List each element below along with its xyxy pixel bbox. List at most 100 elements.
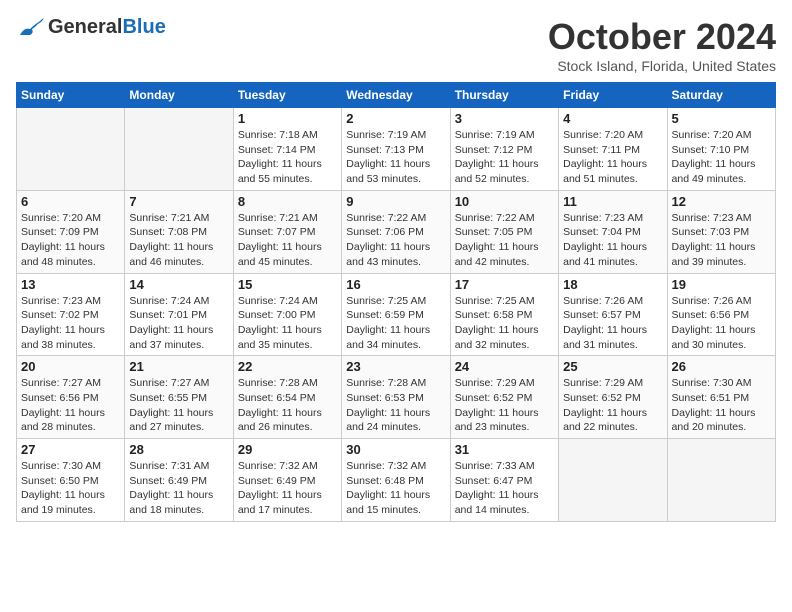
calendar-week-row: 13 Sunrise: 7:23 AMSunset: 7:02 PMDayligh… xyxy=(17,273,776,356)
day-number: 4 xyxy=(563,111,662,126)
day-number: 24 xyxy=(455,359,554,374)
calendar-day-cell: 28 Sunrise: 7:31 AMSunset: 6:49 PMDayligh… xyxy=(125,439,233,522)
day-info: Sunrise: 7:28 AMSunset: 6:53 PMDaylight:… xyxy=(346,376,445,435)
calendar-day-cell xyxy=(667,439,775,522)
calendar-day-cell xyxy=(559,439,667,522)
calendar-day-cell: 14Sunrise: 7:24 AMSunset: 7:01 PMDayligh… xyxy=(125,273,233,356)
calendar-day-cell: 1 Sunrise: 7:18 AMSunset: 7:14 PMDaylight… xyxy=(233,108,341,191)
day-info: Sunrise: 7:29 AMSunset: 6:52 PMDaylight:… xyxy=(563,376,662,435)
calendar-day-cell: 4 Sunrise: 7:20 AMSunset: 7:11 PMDaylight… xyxy=(559,108,667,191)
day-number: 31 xyxy=(455,442,554,457)
day-info: Sunrise: 7:26 AMSunset: 6:56 PMDaylight:… xyxy=(672,294,771,353)
day-number: 2 xyxy=(346,111,445,126)
day-number: 16 xyxy=(346,277,445,292)
day-info: Sunrise: 7:21 AMSunset: 7:08 PMDaylight:… xyxy=(129,211,228,270)
calendar-day-cell: 7 Sunrise: 7:21 AMSunset: 7:08 PMDaylight… xyxy=(125,190,233,273)
calendar-day-cell: 26 Sunrise: 7:30 AMSunset: 6:51 PMDayligh… xyxy=(667,356,775,439)
location-subtitle: Stock Island, Florida, United States xyxy=(548,58,776,74)
calendar-week-row: 27 Sunrise: 7:30 AMSunset: 6:50 PMDayligh… xyxy=(17,439,776,522)
day-number: 15 xyxy=(238,277,337,292)
calendar-day-cell xyxy=(17,108,125,191)
day-number: 23 xyxy=(346,359,445,374)
day-info: Sunrise: 7:22 AMSunset: 7:06 PMDaylight:… xyxy=(346,211,445,270)
calendar-day-header: Saturday xyxy=(667,83,775,108)
day-info: Sunrise: 7:20 AMSunset: 7:10 PMDaylight:… xyxy=(672,128,771,187)
day-number: 22 xyxy=(238,359,337,374)
calendar-table: SundayMondayTuesdayWednesdayThursdayFrid… xyxy=(16,82,776,522)
calendar-day-cell: 31 Sunrise: 7:33 AMSunset: 6:47 PMDayligh… xyxy=(450,439,558,522)
day-number: 28 xyxy=(129,442,228,457)
calendar-day-cell: 13 Sunrise: 7:23 AMSunset: 7:02 PMDayligh… xyxy=(17,273,125,356)
calendar-week-row: 1 Sunrise: 7:18 AMSunset: 7:14 PMDaylight… xyxy=(17,108,776,191)
calendar-day-header: Tuesday xyxy=(233,83,341,108)
calendar-day-cell: 21 Sunrise: 7:27 AMSunset: 6:55 PMDayligh… xyxy=(125,356,233,439)
day-number: 6 xyxy=(21,194,120,209)
day-number: 21 xyxy=(129,359,228,374)
day-number: 11 xyxy=(563,194,662,209)
day-number: 12 xyxy=(672,194,771,209)
day-number: 8 xyxy=(238,194,337,209)
calendar-day-cell: 20 Sunrise: 7:27 AMSunset: 6:56 PMDayligh… xyxy=(17,356,125,439)
day-info: Sunrise: 7:20 AMSunset: 7:09 PMDaylight:… xyxy=(21,211,120,270)
day-info: Sunrise: 7:18 AMSunset: 7:14 PMDaylight:… xyxy=(238,128,337,187)
day-info: Sunrise: 7:23 AMSunset: 7:02 PMDaylight:… xyxy=(21,294,120,353)
day-number: 14 xyxy=(129,277,228,292)
calendar-week-row: 20 Sunrise: 7:27 AMSunset: 6:56 PMDayligh… xyxy=(17,356,776,439)
day-number: 7 xyxy=(129,194,228,209)
day-info: Sunrise: 7:23 AMSunset: 7:03 PMDaylight:… xyxy=(672,211,771,270)
day-number: 10 xyxy=(455,194,554,209)
calendar-day-cell xyxy=(125,108,233,191)
calendar-day-cell: 19 Sunrise: 7:26 AMSunset: 6:56 PMDayligh… xyxy=(667,273,775,356)
day-info: Sunrise: 7:26 AMSunset: 6:57 PMDaylight:… xyxy=(563,294,662,353)
calendar-day-cell: 10Sunrise: 7:22 AMSunset: 7:05 PMDayligh… xyxy=(450,190,558,273)
day-number: 5 xyxy=(672,111,771,126)
logo: GeneralBlue xyxy=(16,16,166,39)
calendar-day-cell: 11 Sunrise: 7:23 AMSunset: 7:04 PMDayligh… xyxy=(559,190,667,273)
day-number: 26 xyxy=(672,359,771,374)
calendar-day-cell: 29 Sunrise: 7:32 AMSunset: 6:49 PMDayligh… xyxy=(233,439,341,522)
day-number: 29 xyxy=(238,442,337,457)
day-info: Sunrise: 7:24 AMSunset: 7:00 PMDaylight:… xyxy=(238,294,337,353)
day-info: Sunrise: 7:20 AMSunset: 7:11 PMDaylight:… xyxy=(563,128,662,187)
calendar-week-row: 6 Sunrise: 7:20 AMSunset: 7:09 PMDaylight… xyxy=(17,190,776,273)
day-number: 17 xyxy=(455,277,554,292)
day-info: Sunrise: 7:30 AMSunset: 6:51 PMDaylight:… xyxy=(672,376,771,435)
calendar-day-cell: 27 Sunrise: 7:30 AMSunset: 6:50 PMDayligh… xyxy=(17,439,125,522)
calendar-day-header: Monday xyxy=(125,83,233,108)
day-info: Sunrise: 7:23 AMSunset: 7:04 PMDaylight:… xyxy=(563,211,662,270)
calendar-day-cell: 5 Sunrise: 7:20 AMSunset: 7:10 PMDaylight… xyxy=(667,108,775,191)
day-info: Sunrise: 7:25 AMSunset: 6:58 PMDaylight:… xyxy=(455,294,554,353)
calendar-day-cell: 25Sunrise: 7:29 AMSunset: 6:52 PMDayligh… xyxy=(559,356,667,439)
day-number: 27 xyxy=(21,442,120,457)
day-info: Sunrise: 7:19 AMSunset: 7:13 PMDaylight:… xyxy=(346,128,445,187)
day-info: Sunrise: 7:30 AMSunset: 6:50 PMDaylight:… xyxy=(21,459,120,518)
day-number: 9 xyxy=(346,194,445,209)
calendar-day-cell: 24 Sunrise: 7:29 AMSunset: 6:52 PMDayligh… xyxy=(450,356,558,439)
day-number: 13 xyxy=(21,277,120,292)
day-info: Sunrise: 7:33 AMSunset: 6:47 PMDaylight:… xyxy=(455,459,554,518)
calendar-day-cell: 17 Sunrise: 7:25 AMSunset: 6:58 PMDayligh… xyxy=(450,273,558,356)
day-number: 20 xyxy=(21,359,120,374)
day-info: Sunrise: 7:31 AMSunset: 6:49 PMDaylight:… xyxy=(129,459,228,518)
day-number: 30 xyxy=(346,442,445,457)
day-number: 18 xyxy=(563,277,662,292)
logo-icon xyxy=(16,17,44,39)
logo-blue-text: Blue xyxy=(122,16,165,39)
day-info: Sunrise: 7:29 AMSunset: 6:52 PMDaylight:… xyxy=(455,376,554,435)
day-info: Sunrise: 7:32 AMSunset: 6:49 PMDaylight:… xyxy=(238,459,337,518)
day-info: Sunrise: 7:25 AMSunset: 6:59 PMDaylight:… xyxy=(346,294,445,353)
calendar-day-cell: 23 Sunrise: 7:28 AMSunset: 6:53 PMDayligh… xyxy=(342,356,450,439)
day-info: Sunrise: 7:27 AMSunset: 6:55 PMDaylight:… xyxy=(129,376,228,435)
day-number: 19 xyxy=(672,277,771,292)
day-info: Sunrise: 7:27 AMSunset: 6:56 PMDaylight:… xyxy=(21,376,120,435)
calendar-day-header: Wednesday xyxy=(342,83,450,108)
day-number: 1 xyxy=(238,111,337,126)
calendar-day-cell: 16 Sunrise: 7:25 AMSunset: 6:59 PMDayligh… xyxy=(342,273,450,356)
title-block: October 2024 Stock Island, Florida, Unit… xyxy=(548,16,776,74)
calendar-day-header: Friday xyxy=(559,83,667,108)
month-title: October 2024 xyxy=(548,16,776,58)
day-number: 3 xyxy=(455,111,554,126)
calendar-day-cell: 9 Sunrise: 7:22 AMSunset: 7:06 PMDaylight… xyxy=(342,190,450,273)
calendar-header-row: SundayMondayTuesdayWednesdayThursdayFrid… xyxy=(17,83,776,108)
calendar-day-cell: 22Sunrise: 7:28 AMSunset: 6:54 PMDayligh… xyxy=(233,356,341,439)
